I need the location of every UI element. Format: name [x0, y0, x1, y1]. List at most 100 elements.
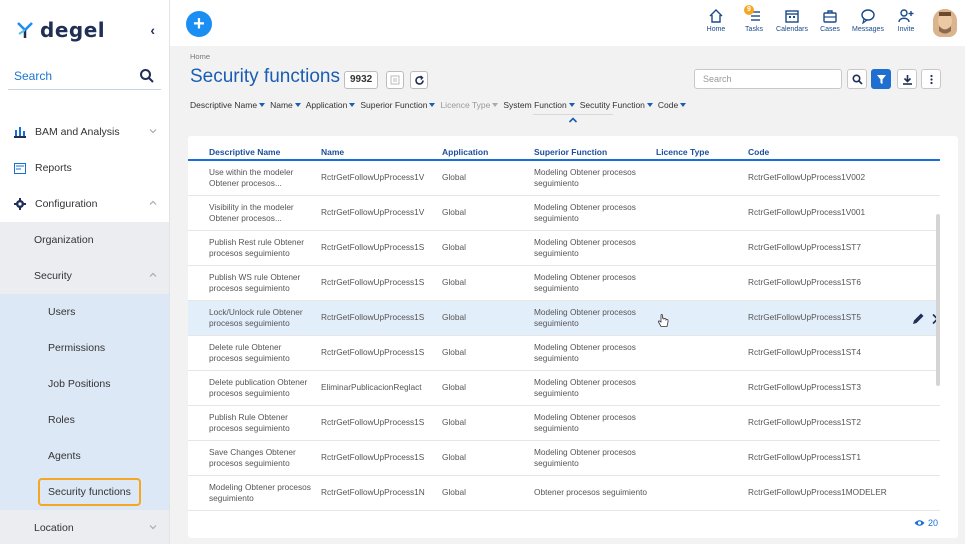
column-header-name[interactable]: Name	[313, 144, 436, 161]
filter-security-function[interactable]: Secutity Function	[580, 100, 653, 110]
bar-chart-icon	[14, 126, 26, 138]
top-bar: + Home 9 Tasks Calendars Cases Messages …	[170, 0, 965, 46]
table-row[interactable]: Visibility in the modeler Obtener proces…	[188, 195, 940, 231]
cell-name: RctrGetFollowUpProcess1V	[313, 160, 436, 196]
table-row[interactable]: Use within the modeler Obtener procesos.…	[188, 160, 940, 196]
chevron-up-icon[interactable]	[568, 116, 578, 124]
sidebar-item-roles[interactable]: Roles	[0, 402, 169, 438]
column-header-licence-type[interactable]: Licence Type	[650, 144, 742, 161]
table-row[interactable]: Publish WS rule Obtener procesos seguimi…	[188, 265, 940, 301]
cell-superior-function: Modeling Obtener procesos seguimiento	[528, 370, 650, 406]
page-size-control[interactable]: 20	[914, 518, 938, 528]
sidebar-item-bam[interactable]: BAM and Analysis	[0, 114, 169, 150]
eye-icon	[914, 520, 925, 526]
search-input[interactable]: Search	[694, 69, 842, 89]
logo[interactable]: degel	[14, 18, 105, 42]
download-button[interactable]	[897, 69, 917, 89]
filter-button[interactable]	[871, 69, 891, 89]
filter-label: Application	[305, 100, 348, 110]
filter-label: System Function	[503, 100, 567, 110]
collapse-sidebar-button[interactable]: ‹	[150, 22, 155, 38]
sidebar-item-label: Users	[48, 306, 76, 318]
cell-superior-function: Modeling Obtener procesos seguimiento	[528, 195, 650, 231]
sidebar-search[interactable]: Search	[8, 62, 161, 90]
cell-application: Global	[436, 370, 528, 406]
search-button[interactable]	[847, 69, 867, 89]
sidebar-search-label: Search	[14, 68, 53, 83]
nav-calendars[interactable]: Calendars	[773, 8, 811, 33]
cell-application: Global	[436, 405, 528, 441]
home-icon	[709, 9, 723, 23]
table-row[interactable]: Delete publication Obtener procesos segu…	[188, 370, 940, 406]
cell-application: Global	[436, 300, 528, 336]
nav-messages[interactable]: Messages	[849, 8, 887, 33]
cell-licence-type	[650, 405, 742, 441]
table-row[interactable]: Publish Rest rule Obtener procesos segui…	[188, 230, 940, 266]
nav-cases[interactable]: Cases	[811, 8, 849, 33]
cell-superior-function: Modeling Obtener procesos seguimiento	[528, 300, 650, 336]
filter-code[interactable]: Code	[658, 100, 687, 110]
add-button[interactable]: +	[186, 11, 212, 37]
sidebar-item-location[interactable]: Location	[0, 510, 169, 544]
cell-descriptive-name: Visibility in the modeler Obtener proces…	[188, 195, 313, 231]
filter-superior-function[interactable]: Superior Function	[360, 100, 436, 110]
sidebar-item-configuration[interactable]: Configuration	[0, 186, 169, 222]
sidebar-item-security[interactable]: Security	[0, 258, 169, 294]
column-header-superior-function[interactable]: Superior Function	[528, 144, 650, 161]
column-header-code[interactable]: Code	[742, 144, 940, 161]
cell-descriptive-name: Publish Rule Obtener procesos seguimient…	[188, 405, 313, 441]
cell-licence-type	[650, 335, 742, 371]
table-row[interactable]: Lock/Unlock rule Obtener procesos seguim…	[188, 300, 940, 336]
breadcrumb[interactable]: Home	[190, 52, 210, 61]
table-scrollbar[interactable]	[936, 214, 940, 386]
edit-pencil-icon[interactable]	[911, 312, 925, 326]
cell-name: RctrGetFollowUpProcess1S	[313, 335, 436, 371]
sidebar-item-users[interactable]: Users	[0, 294, 169, 330]
filter-label: Licence Type	[440, 100, 491, 110]
document-icon	[390, 75, 400, 85]
filter-name[interactable]: Name	[270, 100, 301, 110]
table-row[interactable]: Modeling Obtener procesos seguimiento Rct…	[188, 475, 940, 511]
cell-code: RctrGetFollowUpProcess1ST7	[742, 230, 940, 266]
sidebar-item-agents[interactable]: Agents	[0, 438, 169, 474]
nav-home[interactable]: Home	[697, 8, 735, 33]
sidebar-item-job-positions[interactable]: Job Positions	[0, 366, 169, 402]
calendar-icon	[785, 10, 799, 23]
sidebar-item-reports[interactable]: Reports	[0, 150, 169, 186]
sidebar-item-label: Security	[34, 270, 72, 282]
kebab-menu-icon	[929, 74, 933, 84]
search-icon[interactable]	[139, 68, 155, 84]
report-icon	[14, 162, 26, 174]
page-size-value: 20	[927, 518, 938, 528]
nav-invite[interactable]: Invite	[887, 8, 925, 33]
cell-superior-function: Modeling Obtener procesos seguimiento	[528, 440, 650, 476]
refresh-button[interactable]	[410, 71, 428, 89]
column-header-application[interactable]: Application	[436, 144, 528, 161]
nav-label: Cases	[820, 26, 840, 33]
column-header-descriptive-name[interactable]: Descriptive Name	[188, 144, 313, 161]
table-row[interactable]: Save Changes Obtener procesos seguimient…	[188, 440, 940, 476]
export-disabled-button[interactable]	[386, 71, 404, 89]
avatar[interactable]	[933, 9, 957, 37]
cell-application: Global	[436, 160, 528, 196]
cell-application: Global	[436, 195, 528, 231]
cell-licence-type	[650, 230, 742, 266]
sidebar-item-organization[interactable]: Organization	[0, 222, 169, 258]
sidebar-item-label: Permissions	[48, 342, 106, 354]
sidebar-item-label: Organization	[34, 234, 94, 246]
filter-system-function[interactable]: System Function	[503, 100, 575, 110]
filter-descriptive-name[interactable]: Descriptive Name	[190, 100, 266, 110]
sidebar-item-permissions[interactable]: Permissions	[0, 330, 169, 366]
nav-tasks[interactable]: 9 Tasks	[735, 5, 773, 33]
cell-name: RctrGetFollowUpProcess1S	[313, 405, 436, 441]
nav-label: Calendars	[776, 26, 808, 33]
sidebar-item-security-functions[interactable]: Security functions	[0, 474, 169, 510]
filter-licence-type[interactable]: Licence Type	[440, 100, 499, 110]
table-row[interactable]: Publish Rule Obtener procesos seguimient…	[188, 405, 940, 441]
more-options-button[interactable]	[921, 69, 941, 89]
caret-down-icon	[646, 103, 653, 107]
table-row[interactable]: Delete rule Obtener procesos seguimiento…	[188, 335, 940, 371]
cell-superior-function: Obtener procesos seguimiento	[528, 475, 650, 511]
filter-application[interactable]: Application	[306, 100, 356, 110]
cell-licence-type	[650, 475, 742, 511]
